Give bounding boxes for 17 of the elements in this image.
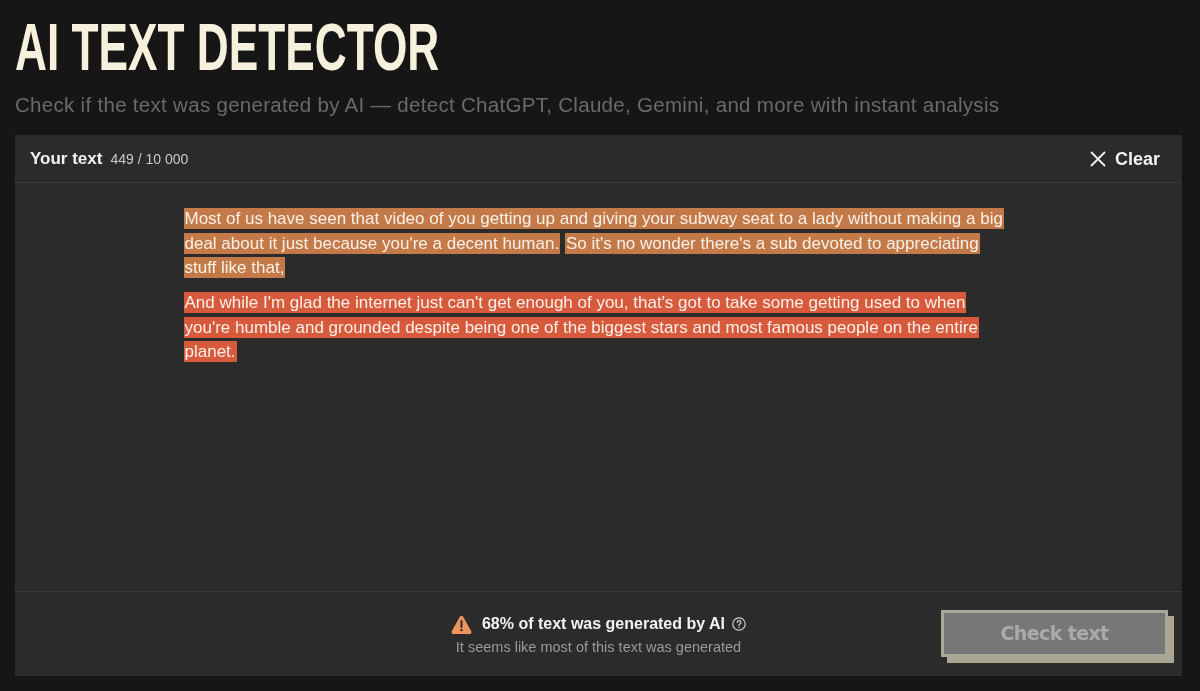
help-icon[interactable] [732, 617, 746, 631]
highlighted-text: And while I'm glad the internet just can't get enough of you, that's got to take some getting used to when [183, 292, 967, 313]
highlighted-text: Most of us have seen that video of you getting up and giving your subway seat to a lady without making a big [183, 208, 1004, 229]
highlighted-text: planet. [183, 341, 237, 362]
highlighted-text: So it's no wonder there's a sub devoted to appreciating [564, 232, 980, 254]
text-label: Your text [30, 150, 103, 167]
page-title: AI TEXT DETECTOR [15, 11, 440, 83]
result-headline: 68% of text was generated by AI [481, 614, 725, 634]
result-detail: It seems like most of this text was generated [455, 639, 742, 656]
character-count: 449 / 10 000 [110, 151, 189, 166]
highlighted-text: deal about it just because you're a decent human. [183, 232, 561, 254]
close-icon [1089, 150, 1106, 167]
highlighted-text: stuff like that, [183, 257, 286, 278]
clear-button[interactable]: Clear [1089, 145, 1160, 172]
page-subtitle: Check if the text was generated by AI — detect ChatGPT, Claude, Gemini, and more with instant analysis [15, 93, 1000, 117]
highlighted-text: you're humble and grounded despite being one of the biggest stars and most famous people on the entire [183, 316, 979, 338]
warning-icon [450, 614, 472, 634]
